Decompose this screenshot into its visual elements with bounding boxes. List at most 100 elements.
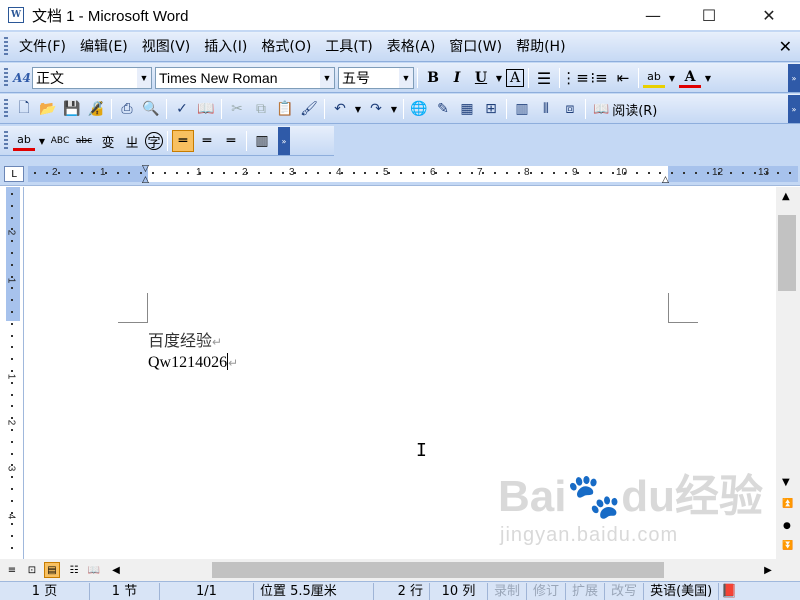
text-columns-icon[interactable]: ▥	[251, 130, 273, 152]
align-justify-icon[interactable]: ═	[196, 130, 218, 152]
font-color-button[interactable]: A	[679, 68, 701, 88]
word-app-icon[interactable]: W	[8, 7, 24, 23]
close-document-button[interactable]: ✕	[779, 37, 792, 56]
browse-object-icon[interactable]: ●	[783, 521, 791, 531]
menu-insert[interactable]: 插入(I)	[197, 35, 254, 59]
research-icon[interactable]: 📖	[195, 98, 217, 120]
chevron-down-icon[interactable]: ▼	[667, 67, 677, 89]
next-page-icon[interactable]: ⏬	[782, 541, 793, 551]
scroll-right-icon[interactable]: ▶	[760, 562, 776, 578]
chevron-down-icon[interactable]: ▼	[389, 98, 399, 120]
align-distribute-icon[interactable]: ═	[220, 130, 242, 152]
status-language[interactable]: 英语(美国)	[644, 582, 720, 600]
horizontal-ruler[interactable]: L ▽ △ △ 2 1 1 2 3 4 5 6 7 8 9 10 12 13	[0, 162, 800, 186]
scroll-up-icon[interactable]: ▲	[782, 191, 790, 202]
right-indent-marker[interactable]: △	[662, 175, 669, 185]
horizontal-scroll-thumb[interactable]	[212, 562, 664, 578]
status-rec[interactable]: 录制	[488, 582, 528, 600]
menu-edit[interactable]: 编辑(E)	[73, 35, 135, 59]
standard-grip[interactable]	[4, 99, 8, 119]
document-map-icon[interactable]: ⧈	[559, 98, 581, 120]
chevron-down-icon[interactable]: ▼	[353, 98, 363, 120]
enclosed-character-icon[interactable]: 字	[145, 132, 163, 151]
read-mode-button[interactable]: 📖 阅读(R)	[590, 98, 660, 120]
formatting-grip[interactable]	[4, 68, 8, 88]
web-layout-view-icon[interactable]: ⊡	[24, 562, 40, 578]
outline-view-icon[interactable]: ☷	[66, 562, 82, 578]
chevron-down-icon[interactable]: ▼	[703, 67, 713, 89]
phonetic-guide-icon[interactable]: 变	[97, 130, 119, 152]
vertical-scrollbar[interactable]: ▲ ▼ ⏫ ● ⏬	[776, 187, 800, 559]
normal-view-icon[interactable]: ≡	[4, 562, 20, 578]
highlight-button[interactable]: ab	[643, 68, 665, 88]
document-line-1[interactable]: 百度经验↵	[148, 327, 222, 351]
scroll-down-icon[interactable]: ▼	[782, 477, 790, 488]
document-line-2[interactable]: Qw1214026↵	[148, 353, 238, 372]
redo-icon[interactable]: ↷	[365, 98, 387, 120]
underline-button[interactable]: U	[470, 67, 492, 89]
chevron-down-icon[interactable]: ▼	[320, 68, 334, 88]
save-icon[interactable]: 💾	[61, 98, 83, 120]
first-line-indent-marker[interactable]: ▽	[142, 164, 149, 174]
align-center-icon[interactable]: ☰	[533, 67, 555, 89]
font-combo[interactable]: Times New Roman ▼	[155, 67, 335, 89]
new-document-icon[interactable]: 🗋	[13, 98, 35, 120]
permission-icon[interactable]: 🔏	[85, 98, 107, 120]
font-size-combo[interactable]: 五号 ▼	[338, 67, 414, 89]
columns-icon[interactable]: ▥	[511, 98, 533, 120]
hyperlink-icon[interactable]: 🌐	[408, 98, 430, 120]
scroll-left-icon[interactable]: ◀	[108, 562, 124, 578]
maximize-button[interactable]: ☐	[686, 0, 732, 30]
format-painter-icon[interactable]: 🖌	[298, 98, 320, 120]
status-trk[interactable]: 修订	[527, 582, 567, 600]
chevron-down-icon[interactable]: ▼	[37, 130, 47, 152]
menu-format[interactable]: 格式(O)	[254, 35, 318, 59]
numbered-list-icon[interactable]: ⋮≡	[561, 67, 589, 89]
toolbar-options-icon[interactable]: »	[788, 95, 800, 123]
bold-button[interactable]: B	[422, 67, 444, 89]
menu-grip[interactable]	[4, 37, 8, 57]
menu-tools[interactable]: 工具(T)	[318, 35, 379, 59]
distributed-align-icon[interactable]: ═	[172, 130, 194, 152]
spelling-icon[interactable]: ✓	[171, 98, 193, 120]
open-folder-icon[interactable]: 📂	[37, 98, 59, 120]
strikethrough-icon[interactable]: abc	[73, 130, 95, 152]
status-ovr[interactable]: 改写	[605, 582, 645, 600]
minimize-button[interactable]: —	[630, 0, 676, 30]
print-layout-view-icon[interactable]: ▤	[44, 562, 60, 578]
spelling-status-icon[interactable]: 📕	[719, 583, 739, 600]
menu-view[interactable]: 视图(V)	[135, 35, 198, 59]
undo-icon[interactable]: ↶	[329, 98, 351, 120]
menu-file[interactable]: 文件(F)	[12, 35, 73, 59]
close-button[interactable]: ✕	[746, 0, 792, 30]
style-combo[interactable]: 正文 ▼	[32, 67, 152, 89]
left-indent-marker[interactable]: △	[142, 175, 149, 185]
copy-icon[interactable]: ⧉	[250, 98, 272, 120]
bulleted-list-icon[interactable]: ⁝≡	[588, 67, 610, 89]
italic-button[interactable]: I	[446, 67, 468, 89]
menu-help[interactable]: 帮助(H)	[509, 35, 572, 59]
spelling-abc-icon[interactable]: ABC	[49, 130, 71, 152]
previous-page-icon[interactable]: ⏫	[782, 499, 793, 509]
paste-icon[interactable]: 📋	[274, 98, 296, 120]
toolbar-options-icon[interactable]: »	[788, 64, 800, 92]
reading-view-icon[interactable]: 📖	[86, 562, 102, 578]
cut-icon[interactable]: ✂	[226, 98, 248, 120]
menu-table[interactable]: 表格(A)	[380, 35, 443, 59]
extended-grip[interactable]	[4, 131, 8, 151]
decrease-indent-icon[interactable]: ⇤	[612, 67, 634, 89]
insert-excel-icon[interactable]: ⊞	[480, 98, 502, 120]
insert-table-icon[interactable]: ▦	[456, 98, 478, 120]
chevron-down-icon[interactable]: ▼	[137, 68, 151, 88]
print-icon[interactable]: ⎙	[116, 98, 138, 120]
status-ext[interactable]: 扩展	[566, 582, 606, 600]
styles-pane-icon[interactable]: A4	[13, 67, 31, 89]
character-border-button[interactable]: A	[506, 69, 524, 87]
tables-borders-icon[interactable]: ✎	[432, 98, 454, 120]
chevron-down-icon[interactable]: ▼	[399, 68, 413, 88]
highlight-red-icon[interactable]: ab	[13, 131, 35, 151]
vertical-ruler[interactable]: 2112345	[0, 187, 24, 565]
toolbar-options-icon[interactable]: »	[278, 127, 290, 155]
enclose-chars-icon[interactable]: ㄓ	[121, 130, 143, 152]
menu-window[interactable]: 窗口(W)	[442, 35, 509, 59]
